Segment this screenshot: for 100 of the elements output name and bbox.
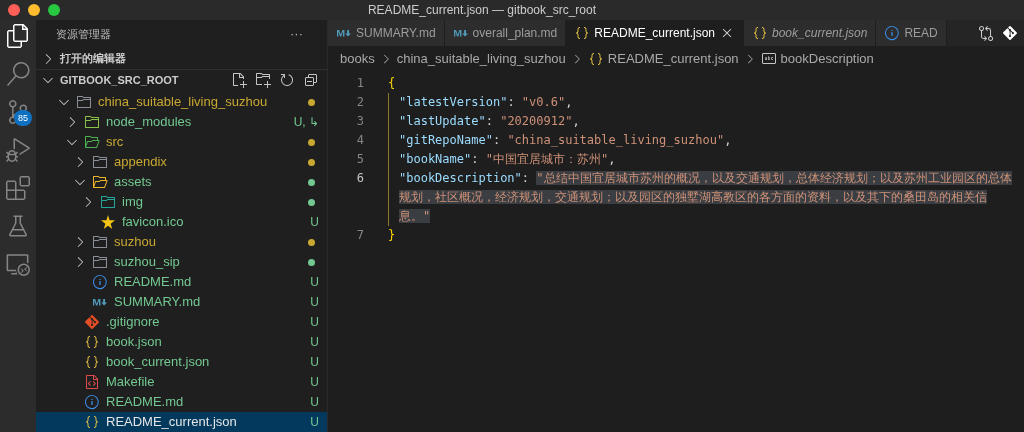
section-title: 打开的编辑器 <box>60 51 126 67</box>
file-name: node_modules <box>106 113 192 132</box>
file-name: book.json <box>106 333 162 352</box>
git-status-label: U <box>310 274 319 291</box>
git-icon[interactable] <box>1002 25 1018 41</box>
git-status-label: U <box>310 374 319 391</box>
tree-item[interactable]: .gitignore U <box>36 312 327 332</box>
code-line: "latestVersion": "v0.6", <box>388 93 1012 112</box>
breadcrumb-item[interactable]: bookDescription <box>780 49 874 69</box>
file-name: china_suitable_living_suzhou <box>98 93 268 112</box>
tree-item[interactable]: node_modules U, ↳ <box>36 112 327 132</box>
section-header[interactable]: 打开的编辑器 <box>40 50 126 67</box>
blocks-icon[interactable] <box>6 176 30 200</box>
folder-icon <box>84 114 100 130</box>
line-number: 3 <box>355 113 364 130</box>
section-title: GITBOOK_SRC_ROOT <box>60 72 179 88</box>
folder-icon <box>92 254 108 270</box>
file-name: assets <box>114 173 152 192</box>
tree-item[interactable]: README.md U <box>36 392 327 412</box>
tree-item[interactable]: assets <box>36 172 327 192</box>
file-name: suzhou <box>114 233 156 252</box>
line-number: 4 <box>355 132 364 149</box>
new-file-icon[interactable] <box>231 72 247 88</box>
info-icon <box>884 25 901 41</box>
breadcrumb-item[interactable]: README_current.json <box>607 49 739 69</box>
file-name: suzhou_sip <box>114 253 180 272</box>
editor-tab[interactable]: README_current.json <box>566 20 744 46</box>
tree-item[interactable]: china_suitable_living_suzhou <box>36 92 327 112</box>
window-title: README_current.json — gitbook_src_root <box>367 2 598 19</box>
folder-icon <box>84 134 100 150</box>
tree-item[interactable]: src <box>36 132 327 152</box>
file-name: .gitignore <box>106 313 160 332</box>
code-line: } <box>388 227 397 244</box>
git-status-label: U, ↳ <box>293 114 319 131</box>
new-folder-icon[interactable] <box>255 72 271 88</box>
code-line: "lastUpdate": "20200912", <box>388 112 1012 131</box>
string-symbol-icon <box>760 51 777 67</box>
info-icon <box>92 274 108 290</box>
flask-icon[interactable] <box>6 214 30 238</box>
tree-item[interactable]: favicon.ico U <box>36 212 327 232</box>
line-number: 6 <box>355 170 364 187</box>
braces-icon <box>752 25 768 41</box>
file-name: README.md <box>106 393 184 412</box>
file-name: img <box>122 193 143 212</box>
git-status-label: U <box>310 294 319 311</box>
git-status-label: U <box>310 214 319 231</box>
more-actions-button[interactable]: ··· <box>290 24 303 44</box>
editor-tab[interactable]: READ <box>876 20 947 46</box>
star-icon <box>100 214 116 230</box>
file-name: SUMMARY.md <box>114 293 201 312</box>
file-name: book_current.json <box>106 353 210 372</box>
tree-item[interactable]: appendix <box>36 152 327 172</box>
maximize-window-button[interactable] <box>48 4 60 16</box>
close-window-button[interactable] <box>8 4 20 16</box>
tree-item[interactable]: book.json U <box>36 332 327 352</box>
braces-icon <box>84 334 100 350</box>
braces-icon <box>84 354 100 370</box>
tree-item[interactable]: book_current.json U <box>36 352 327 372</box>
folder-icon <box>76 94 92 110</box>
code-line: "gitRepoName": "china_suitable_living_suzhou", <box>388 131 1012 150</box>
tree-item[interactable]: suzhou <box>36 232 327 252</box>
braces-icon <box>574 25 591 41</box>
files-icon[interactable] <box>6 24 30 48</box>
tree-item[interactable]: README_current.json U <box>36 412 327 432</box>
line-number: 2 <box>355 94 364 111</box>
play-bug-icon[interactable] <box>6 138 30 162</box>
braces-icon <box>84 414 100 430</box>
sidebar-title: 资源管理器 <box>56 26 111 42</box>
refresh-icon[interactable] <box>279 72 295 88</box>
git-icon <box>84 314 100 330</box>
git-status-label: U <box>310 314 319 331</box>
folder-icon <box>100 194 116 210</box>
breadcrumb-item[interactable]: china_suitable_living_suzhou <box>396 49 566 69</box>
tree-item[interactable]: Makefile U <box>36 372 327 392</box>
file-name: appendix <box>114 153 167 172</box>
file-code-icon <box>84 374 100 390</box>
git-status-label: U <box>310 334 319 351</box>
monitor-icon[interactable] <box>6 252 30 276</box>
tree-item[interactable]: img <box>36 192 327 212</box>
line-number: 7 <box>355 227 364 244</box>
folder-icon <box>92 154 108 170</box>
compare-changes-icon[interactable] <box>978 25 994 41</box>
code-line: "bookDescription": "总结中国宜居城市苏州的概况，以及交通规划，总体经济规划；以及苏州工业园区的总体规划，社区概况，经济规划，交通规划；以及园区的独墅湖高教区的各方面的资料，以及其下的桑田岛的相关信息。" <box>388 169 1012 226</box>
line-number: 1 <box>355 75 364 92</box>
section-header[interactable]: GITBOOK_SRC_ROOT <box>40 71 179 89</box>
folder-icon <box>92 174 108 190</box>
editor-tab[interactable]: SUMMARY.md <box>328 20 445 46</box>
collapse-all-icon[interactable] <box>303 72 319 88</box>
file-name: src <box>106 133 124 152</box>
tree-item[interactable]: suzhou_sip <box>36 252 327 272</box>
file-name: Makefile <box>106 373 155 392</box>
line-number: 5 <box>355 151 364 168</box>
minimize-window-button[interactable] <box>28 4 40 16</box>
tree-item[interactable]: SUMMARY.md U <box>36 292 327 312</box>
editor-tab[interactable]: overall_plan.md <box>444 20 567 46</box>
editor-tab[interactable]: book_current.json <box>744 20 877 46</box>
breadcrumb-item[interactable]: books <box>340 49 375 69</box>
search-icon[interactable] <box>6 62 30 86</box>
tree-item[interactable]: README.md U <box>36 272 327 292</box>
file-name: README_current.json <box>106 413 237 432</box>
